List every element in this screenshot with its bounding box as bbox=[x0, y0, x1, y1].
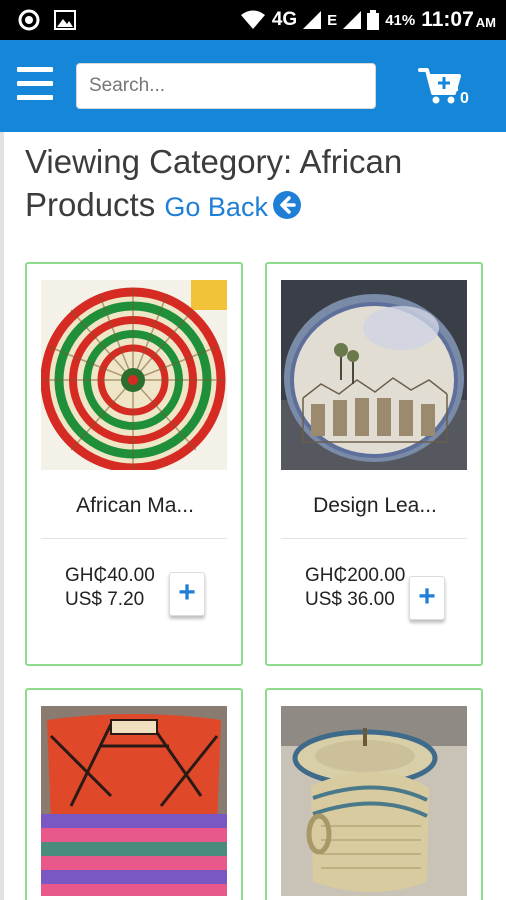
product-image[interactable] bbox=[41, 280, 227, 470]
gallery-icon bbox=[54, 10, 76, 30]
product-name[interactable]: African Ma... bbox=[37, 494, 233, 518]
product-card[interactable]: Design Lea... GH₵200.00 US$ 36.00 + bbox=[265, 262, 483, 666]
app-bar: 0 bbox=[0, 40, 506, 132]
product-name[interactable]: Design Lea... bbox=[277, 494, 473, 518]
hamburger-icon-line bbox=[17, 81, 53, 86]
clock-time: 11:07 bbox=[421, 8, 474, 31]
battery-icon bbox=[367, 10, 380, 30]
product-card[interactable]: African Ma... GH₵40.00 US$ 7.20 + bbox=[25, 262, 243, 666]
wifi-icon bbox=[240, 10, 265, 29]
product-price: GH₵200.00 US$ 36.00 bbox=[305, 564, 415, 612]
go-back-label: Go Back bbox=[164, 192, 268, 222]
african-fan-image bbox=[41, 280, 227, 470]
app-screen: 4G E 41% 11:07 AM Search... 0 Viewing Ca… bbox=[0, 0, 506, 900]
clock-ampm: AM bbox=[475, 14, 496, 30]
product-image[interactable] bbox=[281, 280, 467, 470]
battery-level: 41% bbox=[385, 11, 416, 29]
go-back-link[interactable]: Go Back bbox=[164, 191, 302, 222]
card-divider bbox=[41, 538, 227, 539]
status-bar: 4G E 41% 11:07 AM bbox=[0, 0, 506, 40]
left-edge-shadow bbox=[0, 132, 4, 900]
network-secondary: E bbox=[327, 11, 338, 29]
woven-basket-image bbox=[41, 706, 227, 896]
price-usd: US$ 7.20 bbox=[65, 589, 145, 610]
network-type: 4G bbox=[271, 9, 298, 30]
arrow-left-circle-icon bbox=[272, 191, 301, 219]
price-ghs: GH₵200.00 bbox=[305, 565, 406, 586]
card-divider bbox=[281, 538, 467, 539]
cart-button[interactable]: 0 bbox=[418, 66, 476, 112]
signal-icon-secondary bbox=[343, 11, 362, 29]
signal-icon bbox=[303, 11, 322, 29]
product-image[interactable] bbox=[281, 706, 467, 896]
lidded-basket-image bbox=[281, 706, 467, 896]
design-leather-fan-image bbox=[281, 280, 467, 470]
price-ghs: GH₵40.00 bbox=[65, 565, 155, 586]
page-title: Viewing Category: African Products Go Ba… bbox=[25, 140, 495, 229]
search-input[interactable] bbox=[76, 63, 376, 109]
price-usd: US$ 36.00 bbox=[305, 589, 395, 610]
product-price: GH₵40.00 US$ 7.20 bbox=[65, 564, 155, 612]
status-right: 4G E 41% 11:07 AM bbox=[240, 8, 496, 32]
product-image[interactable] bbox=[41, 706, 227, 896]
product-card[interactable] bbox=[265, 688, 483, 900]
hamburger-icon bbox=[17, 67, 53, 72]
add-to-cart-button[interactable]: + bbox=[169, 572, 205, 616]
status-left bbox=[18, 8, 76, 32]
hamburger-icon-line bbox=[17, 95, 53, 100]
shopping-cart-icon bbox=[418, 68, 461, 104]
record-icon bbox=[18, 9, 40, 31]
menu-button[interactable] bbox=[17, 67, 53, 101]
product-card[interactable] bbox=[25, 688, 243, 900]
add-to-cart-button[interactable]: + bbox=[409, 576, 445, 620]
cart-count-badge: 0 bbox=[460, 90, 469, 107]
